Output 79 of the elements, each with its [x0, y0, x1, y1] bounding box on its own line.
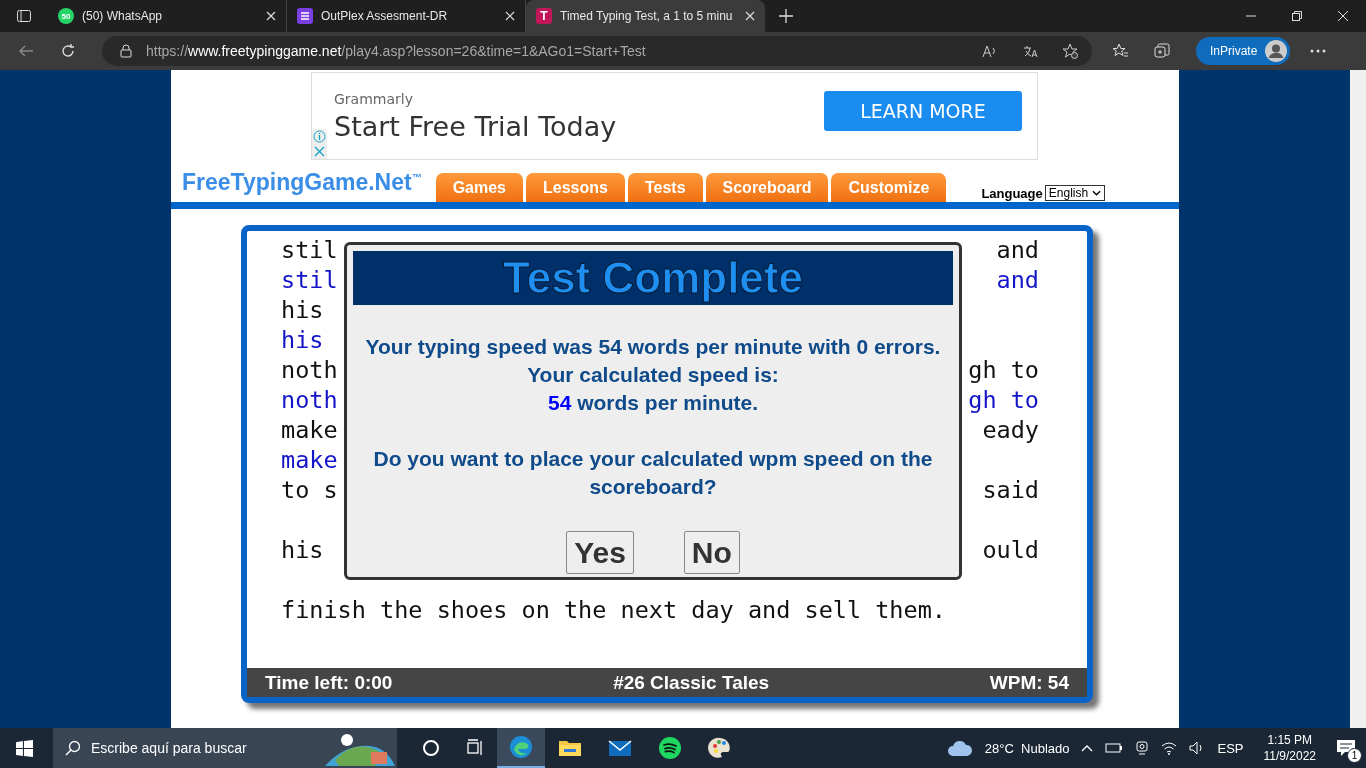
wpm-readout: WPM: 54 [989, 671, 1069, 694]
music-app-icon[interactable] [658, 736, 682, 760]
chevron-up-icon[interactable] [1081, 744, 1094, 752]
weather-text: 28°C Nublado [984, 740, 1070, 756]
wifi-icon[interactable] [1161, 741, 1178, 755]
text-line: eady [982, 415, 1039, 445]
url-text: https://www.freetypinggame.net/play4.asp?lesson=26&time=1&AGo1=Start+Test [146, 43, 647, 59]
dialog-title: Test Complete [503, 253, 803, 303]
paint-palette-icon[interactable] [708, 736, 732, 760]
text-line: gh to [968, 355, 1039, 385]
collections-icon[interactable] [1154, 43, 1170, 59]
text-line: gh to [968, 385, 1039, 415]
address-field[interactable]: https://www.freetypinggame.net/play4.asp?lesson=26&time=1&AGo1=Start+Test [102, 36, 1092, 66]
text-line: said [982, 475, 1039, 505]
text-line: make [281, 415, 338, 445]
scrollbar[interactable] [1350, 70, 1366, 728]
back-icon[interactable] [18, 43, 34, 59]
text-line: and [996, 265, 1039, 295]
chevron-icon [1092, 190, 1102, 196]
info-icon[interactable] [312, 129, 327, 144]
text-line: noth [281, 355, 338, 385]
text-line: finish the shoes on the next day and sell them. [281, 595, 946, 625]
cortana-icon[interactable] [422, 739, 440, 757]
browser-tab[interactable]: T Timed Typing Test, a 1 to 5 minu [526, 0, 765, 32]
ad-brand: Grammarly [334, 90, 414, 107]
tab-title: (50) WhatsApp [82, 9, 164, 23]
close-icon[interactable] [745, 11, 755, 21]
scoreboard-question: Do you want to place your calculated wpm speed on the scoreboard? [372, 446, 934, 500]
language-select[interactable]: English [1044, 185, 1106, 201]
text-line: and [996, 235, 1039, 265]
cloud-icon [946, 739, 973, 757]
clock-date[interactable]: 11/9/2022 [1263, 748, 1316, 764]
tab-actions-icon[interactable] [16, 8, 32, 24]
restore-icon[interactable] [1292, 11, 1302, 21]
lesson-title: #26 Classic Tales [613, 671, 770, 694]
lock-icon [120, 44, 132, 58]
task-view-icon[interactable] [466, 739, 484, 757]
ad-headline: Start Free Trial Today [334, 110, 618, 142]
answer-button[interactable]: No [683, 531, 740, 574]
text-line: make [281, 445, 338, 475]
close-icon[interactable] [1338, 11, 1348, 21]
text-line: stil [281, 265, 338, 295]
more-icon[interactable] [1310, 49, 1327, 53]
favorites-icon[interactable] [1112, 43, 1128, 59]
text-line: his [281, 325, 324, 355]
avatar-icon [1265, 40, 1288, 62]
list-icon [297, 8, 313, 24]
notification-count: 1 [1347, 748, 1362, 763]
site-icon: T [536, 8, 552, 24]
text-line: to s [281, 475, 338, 505]
text-line: noth [281, 385, 338, 415]
chat-icon: 50 [58, 8, 74, 24]
clock-time[interactable]: 1:15 PM [1267, 732, 1313, 748]
answer-button[interactable]: Yes [566, 531, 634, 574]
text-line: his [281, 535, 324, 565]
result-message: Your typing speed was 54 words per minute with 0 errors. Your calculated speed is: 54 words per minute. [364, 334, 942, 416]
inprivate-button[interactable]: InPrivate [1196, 37, 1291, 65]
favorite-add-icon[interactable] [1062, 43, 1078, 59]
windows-start-icon[interactable] [16, 739, 33, 757]
search-icon [65, 740, 81, 756]
keyboard-language[interactable]: ESP [1217, 740, 1244, 756]
battery-icon[interactable] [1105, 742, 1124, 754]
text-line: ould [982, 535, 1039, 565]
browser-icon[interactable] [509, 735, 533, 759]
text-line: stil [281, 235, 338, 265]
refresh-icon[interactable] [60, 43, 76, 59]
translate-icon[interactable] [1022, 44, 1038, 58]
language-label: Language [981, 185, 1043, 201]
close-icon[interactable] [505, 11, 515, 21]
taskbar-search-field[interactable]: Escribe aquí para buscar [53, 728, 397, 768]
webcam-icon[interactable] [1135, 741, 1150, 755]
site-logo[interactable]: FreeTypingGame.Net$^{™}$ [182, 169, 422, 196]
time-left: Time left: 0:00 [265, 671, 393, 694]
text-line: his [281, 295, 324, 325]
read-aloud-icon[interactable] [982, 44, 998, 58]
tab-title: Timed Typing Test, a 1 to 5 minu [560, 9, 734, 23]
plus-icon[interactable] [779, 9, 793, 23]
close-icon[interactable] [266, 11, 276, 21]
tab-title: OutPlex Assesment-DR [321, 9, 449, 23]
